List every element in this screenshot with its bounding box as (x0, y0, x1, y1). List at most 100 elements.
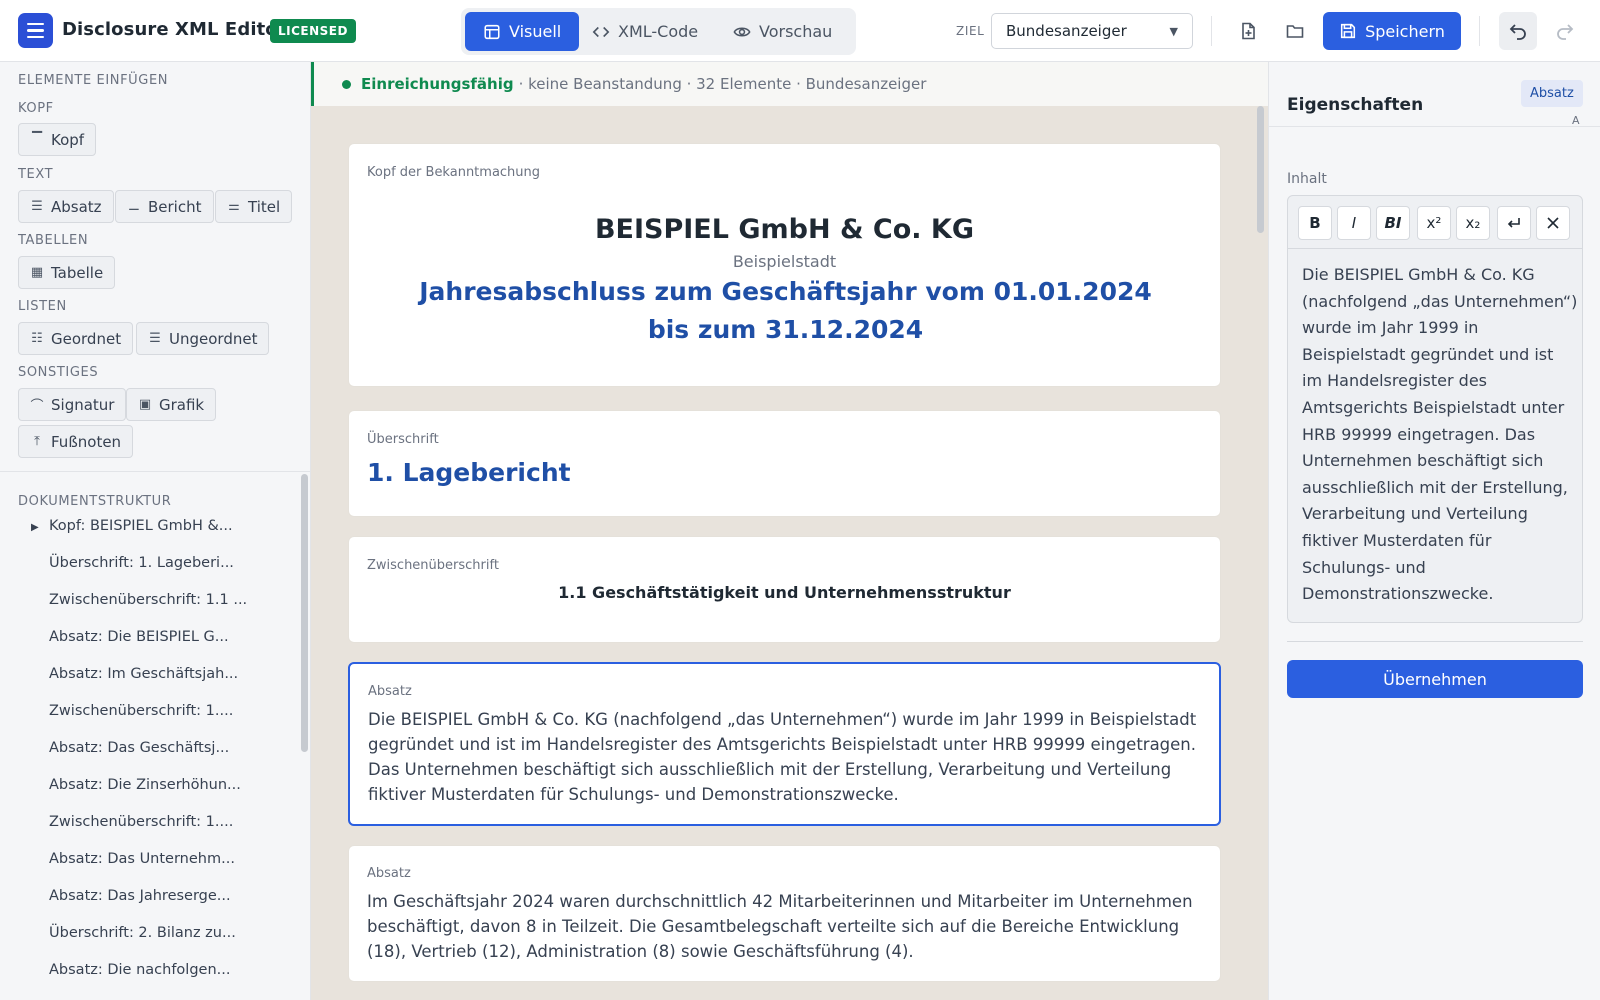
structure-item[interactable]: Zwischenüberschrift: 1.... (49, 814, 233, 830)
structure-item[interactable]: Absatz: Das Unternehm... (49, 851, 235, 867)
report-title: Jahresabschluss zum Geschäftsjahr vom 01… (419, 277, 1152, 344)
structure-item[interactable]: Absatz: Die nachfolgen... (49, 962, 230, 978)
content-editor[interactable]: B I BI x² x₂ Die BEISPIEL GmbH & Co. KG … (1287, 195, 1583, 623)
paragraph-card-label: Absatz (368, 684, 412, 699)
tab-visuell[interactable]: Visuell (465, 12, 580, 51)
structure-title: DOKUMENTSTRUKTUR (18, 494, 172, 509)
superscript-button[interactable]: x² (1417, 206, 1451, 240)
structure-item[interactable]: Absatz: Das Jahreserge... (49, 888, 231, 904)
insert-kopf-button[interactable]: ▔ Kopf (18, 123, 97, 156)
undo-button[interactable] (1499, 12, 1537, 50)
table-icon: ▦ (30, 265, 44, 280)
clear-format-button[interactable] (1536, 206, 1570, 240)
view-mode-switch: Visuell XML-Code Vorschau (461, 8, 856, 55)
save-button-label: Speichern (1365, 21, 1445, 41)
report-icon: ⚊ (128, 199, 140, 214)
structure-item[interactable]: Absatz: Die BEISPIEL G... (49, 629, 229, 645)
document-canvas: Einreichungsfähig · keine Beanstandung ·… (311, 62, 1268, 1000)
structure-item[interactable]: Absatz: Die Zinserhöhun... (49, 777, 241, 793)
bold-button[interactable]: B (1298, 206, 1332, 240)
insert-kopf-label: Kopf (51, 130, 85, 149)
tab-visuell-label: Visuell (509, 22, 562, 41)
insert-titel-button[interactable]: ⚌ Titel (215, 190, 293, 223)
insert-signatur-button[interactable]: ⌒ Signatur (18, 388, 127, 421)
tab-vorschau-label: Vorschau (759, 22, 833, 41)
tab-xml-code[interactable]: XML-Code (574, 12, 716, 51)
file-plus-icon (1242, 22, 1255, 40)
validation-status-bar: Einreichungsfähig · keine Beanstandung ·… (311, 62, 1268, 106)
insert-grafik-label: Grafik (159, 395, 205, 414)
title-icon: ⚌ (228, 199, 240, 214)
save-icon (1341, 23, 1356, 39)
structure-item[interactable]: Überschrift: 2. Bilanz zu... (49, 925, 236, 941)
properties-panel: Eigenschaften Absatz A Inhalt B I BI x² … (1268, 62, 1600, 1000)
insert-ungeordnet-button[interactable]: ☰ Ungeordnet (136, 322, 270, 355)
insert-ungeordnet-label: Ungeordnet (169, 329, 258, 348)
group-title-text: TEXT (18, 167, 54, 182)
group-title-listen: LISTEN (18, 299, 67, 314)
format-toolbar: B I BI x² x₂ (1288, 196, 1582, 249)
group-title-kopf: KOPF (18, 101, 54, 116)
subheading-card-label: Zwischenüberschrift (367, 558, 499, 573)
code-icon (592, 26, 610, 37)
group-title-sonstiges: SONSTIGES (18, 365, 99, 380)
properties-title: Eigenschaften (1287, 95, 1424, 115)
close-icon (1547, 217, 1559, 229)
chevron-down-icon: ▼ (1169, 24, 1178, 38)
content-editor-text[interactable]: Die BEISPIEL GmbH & Co. KG (nachfolgend … (1302, 262, 1578, 608)
heading-card[interactable]: Überschrift 1. Lagebericht (348, 410, 1221, 517)
tab-xml-code-label: XML-Code (618, 22, 699, 41)
heading-card-label: Überschrift (367, 432, 439, 447)
subheading-card[interactable]: Zwischenüberschrift 1.1 Geschäftstätigke… (348, 536, 1221, 643)
insert-bericht-button[interactable]: ⚊ Bericht (115, 190, 214, 223)
sidebar-scrollbar[interactable] (301, 474, 308, 752)
company-name: BEISPIEL GmbH & Co. KG (594, 214, 975, 245)
kopf-card[interactable]: Kopf der Bekanntmachung BEISPIEL GmbH & … (348, 143, 1221, 387)
line-break-button[interactable] (1497, 206, 1531, 240)
insert-fussnoten-button[interactable]: ⤒ Fußnoten (18, 425, 134, 458)
insert-tabelle-button[interactable]: ▦ Tabelle (18, 256, 116, 289)
insert-bericht-label: Bericht (148, 197, 202, 216)
insert-elements-panel: ELEMENTE EINFÜGEN KOPF ▔ Kopf TEXT ☰ Abs… (0, 62, 311, 472)
bold-italic-button[interactable]: BI (1376, 206, 1410, 240)
canvas-scrollbar[interactable] (1257, 106, 1264, 233)
paragraph-icon: ☰ (31, 199, 43, 214)
insert-signatur-label: Signatur (51, 395, 115, 414)
redo-button[interactable] (1546, 12, 1584, 50)
open-folder-button[interactable] (1278, 14, 1312, 48)
company-city: Beispielstadt (732, 252, 837, 271)
structure-item[interactable]: Zwischenüberschrift: 1.1 ... (49, 592, 247, 608)
footnote-icon: ⤒ (34, 434, 40, 449)
structure-item[interactable]: Überschrift: 1. Lageberi... (49, 555, 234, 571)
apply-button[interactable]: Übernehmen (1287, 660, 1583, 698)
insert-geordnet-button[interactable]: ☷ Geordnet (18, 322, 134, 355)
target-select-value: Bundesanzeiger (1006, 22, 1127, 40)
left-sidebar: ELEMENTE EINFÜGEN KOPF ▔ Kopf TEXT ☰ Abs… (0, 62, 311, 1000)
structure-item[interactable]: Absatz: Im Geschäftsjah... (49, 666, 238, 682)
insert-geordnet-label: Geordnet (51, 329, 122, 348)
structure-item[interactable]: Kopf: BEISPIEL GmbH &... (49, 518, 233, 534)
target-select[interactable]: Bundesanzeiger ▼ (991, 13, 1193, 49)
eye-icon (733, 27, 751, 36)
redo-icon (1557, 24, 1574, 40)
undo-icon (1509, 24, 1526, 40)
unordered-list-icon: ☰ (149, 331, 161, 346)
insert-panel-title: ELEMENTE EINFÜGEN (18, 73, 169, 88)
save-button[interactable]: Speichern (1323, 12, 1461, 50)
tab-vorschau[interactable]: Vorschau (715, 12, 850, 51)
status-ok-text: Einreichungsfähig (361, 75, 514, 93)
line-break-icon (1507, 218, 1520, 228)
expand-arrow-icon[interactable]: ▶ (31, 522, 39, 533)
folder-icon (1286, 25, 1304, 38)
paragraph-card-selected[interactable]: Absatz Die BEISPIEL GmbH & Co. KG (nachf… (348, 662, 1221, 826)
italic-button[interactable]: I (1337, 206, 1371, 240)
structure-item[interactable]: Zwischenüberschrift: 1.... (49, 703, 233, 719)
paragraph-card[interactable]: Absatz Im Geschäftsjahr 2024 waren durch… (348, 845, 1221, 982)
insert-absatz-button[interactable]: ☰ Absatz (18, 190, 114, 223)
license-badge: LICENSED (270, 19, 356, 43)
subscript-button[interactable]: x₂ (1456, 206, 1490, 240)
structure-item[interactable]: Absatz: Das Geschäftsj... (49, 740, 229, 756)
toolbar-divider (1211, 16, 1212, 46)
new-file-button[interactable] (1231, 14, 1265, 48)
insert-grafik-button[interactable]: ▣ Grafik (126, 388, 217, 421)
